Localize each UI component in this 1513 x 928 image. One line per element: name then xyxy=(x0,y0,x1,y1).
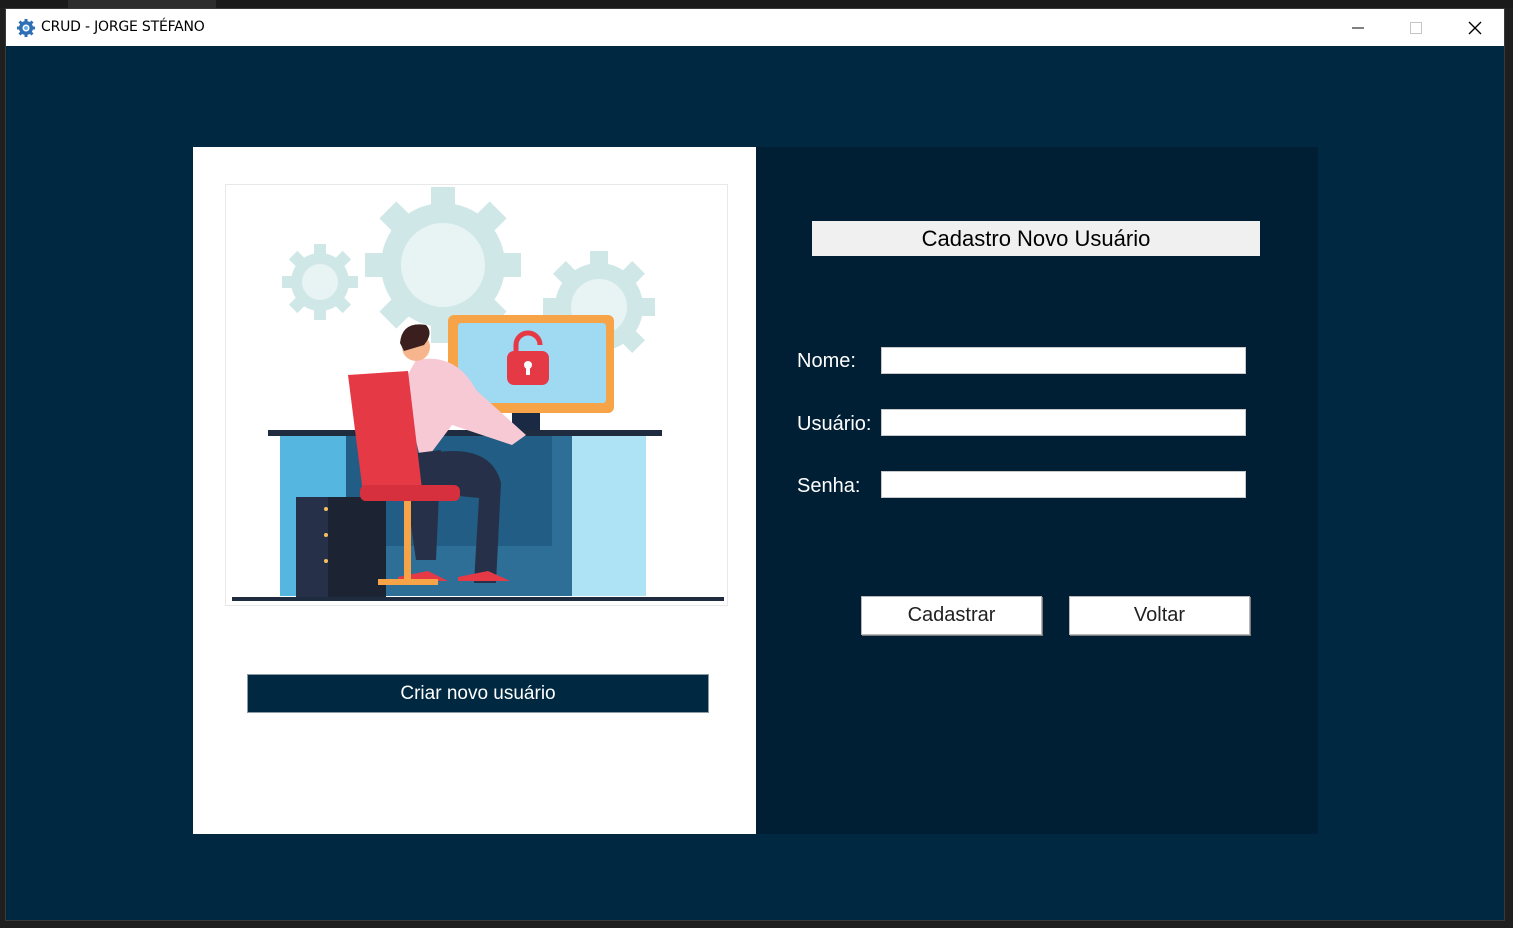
window-title: CRUD - JORGE STÉFANO xyxy=(41,19,205,35)
register-button[interactable]: Cadastrar xyxy=(861,596,1042,635)
register-form-panel: Cadastro Novo Usuário Nome: Usuário: Sen… xyxy=(756,147,1318,834)
app-gear-icon xyxy=(17,19,35,37)
left-panel: Criar novo usuário xyxy=(193,147,756,834)
desktop-background xyxy=(0,0,1513,8)
background-tab xyxy=(68,0,216,8)
app-window: CRUD - JORGE STÉFANO Criar novo usuário … xyxy=(5,8,1505,921)
create-user-button[interactable]: Criar novo usuário xyxy=(247,674,709,713)
title-bar[interactable]: CRUD - JORGE STÉFANO xyxy=(6,9,1504,46)
user-at-computer-illustration xyxy=(232,187,724,601)
back-button[interactable]: Voltar xyxy=(1069,596,1250,635)
close-icon xyxy=(1468,21,1482,34)
password-label: Senha: xyxy=(797,475,861,497)
name-input[interactable] xyxy=(881,347,1246,374)
username-input[interactable] xyxy=(881,409,1246,436)
username-label: Usuário: xyxy=(797,413,872,435)
maximize-icon xyxy=(1410,21,1422,34)
illustration-frame xyxy=(225,184,728,606)
minimize-button[interactable] xyxy=(1329,9,1387,46)
name-label: Nome: xyxy=(797,350,856,372)
form-title: Cadastro Novo Usuário xyxy=(812,221,1260,256)
maximize-button[interactable] xyxy=(1387,9,1445,46)
password-input[interactable] xyxy=(881,471,1246,498)
close-button[interactable] xyxy=(1446,9,1504,46)
minimize-icon xyxy=(1352,27,1364,28)
